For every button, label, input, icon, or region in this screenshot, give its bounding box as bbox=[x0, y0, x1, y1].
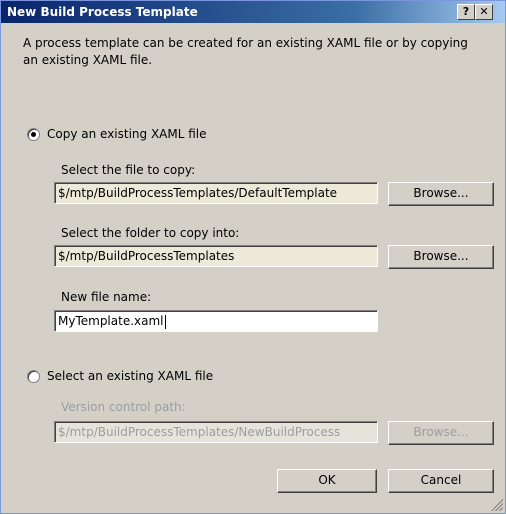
close-button[interactable]: ✕ bbox=[475, 4, 493, 20]
dialog-title: New Build Process Template bbox=[7, 5, 198, 19]
radio-selected-dot bbox=[31, 132, 36, 137]
resize-grip[interactable] bbox=[491, 499, 503, 511]
select-existing-radio[interactable] bbox=[27, 370, 40, 383]
copy-existing-radio[interactable] bbox=[27, 128, 40, 141]
cancel-button[interactable]: Cancel bbox=[388, 469, 494, 493]
source-file-label: Select the file to copy: bbox=[61, 163, 196, 177]
target-folder-label: Select the folder to copy into: bbox=[61, 226, 240, 240]
source-file-field[interactable]: $/mtp/BuildProcessTemplates/DefaultTempl… bbox=[54, 182, 378, 204]
ok-button[interactable]: OK bbox=[277, 469, 377, 493]
new-build-process-template-dialog: New Build Process Template ? ✕ A process… bbox=[0, 0, 506, 514]
target-folder-field[interactable]: $/mtp/BuildProcessTemplates bbox=[54, 245, 378, 267]
intro-text: A process template can be created for an… bbox=[23, 36, 468, 67]
new-file-name-label: New file name: bbox=[61, 290, 152, 304]
path-browse-button[interactable]: Browse... bbox=[388, 421, 494, 445]
new-file-name-input[interactable]: MyTemplate.xaml bbox=[54, 310, 378, 332]
title-bar[interactable]: New Build Process Template ? ✕ bbox=[1, 1, 505, 23]
version-control-path-field[interactable]: $/mtp/BuildProcessTemplates/NewBuildProc… bbox=[54, 421, 378, 443]
help-button[interactable]: ? bbox=[457, 4, 475, 20]
new-file-name-value: MyTemplate.xaml bbox=[58, 314, 164, 328]
select-existing-label[interactable]: Select an existing XAML file bbox=[47, 369, 213, 383]
dialog-body: A process template can be created for an… bbox=[1, 23, 505, 513]
copy-existing-label[interactable]: Copy an existing XAML file bbox=[47, 127, 207, 141]
text-caret bbox=[164, 314, 166, 329]
source-browse-button[interactable]: Browse... bbox=[388, 182, 494, 206]
version-control-path-label: Version control path: bbox=[61, 400, 186, 414]
target-folder-browse-button[interactable]: Browse... bbox=[388, 245, 494, 269]
